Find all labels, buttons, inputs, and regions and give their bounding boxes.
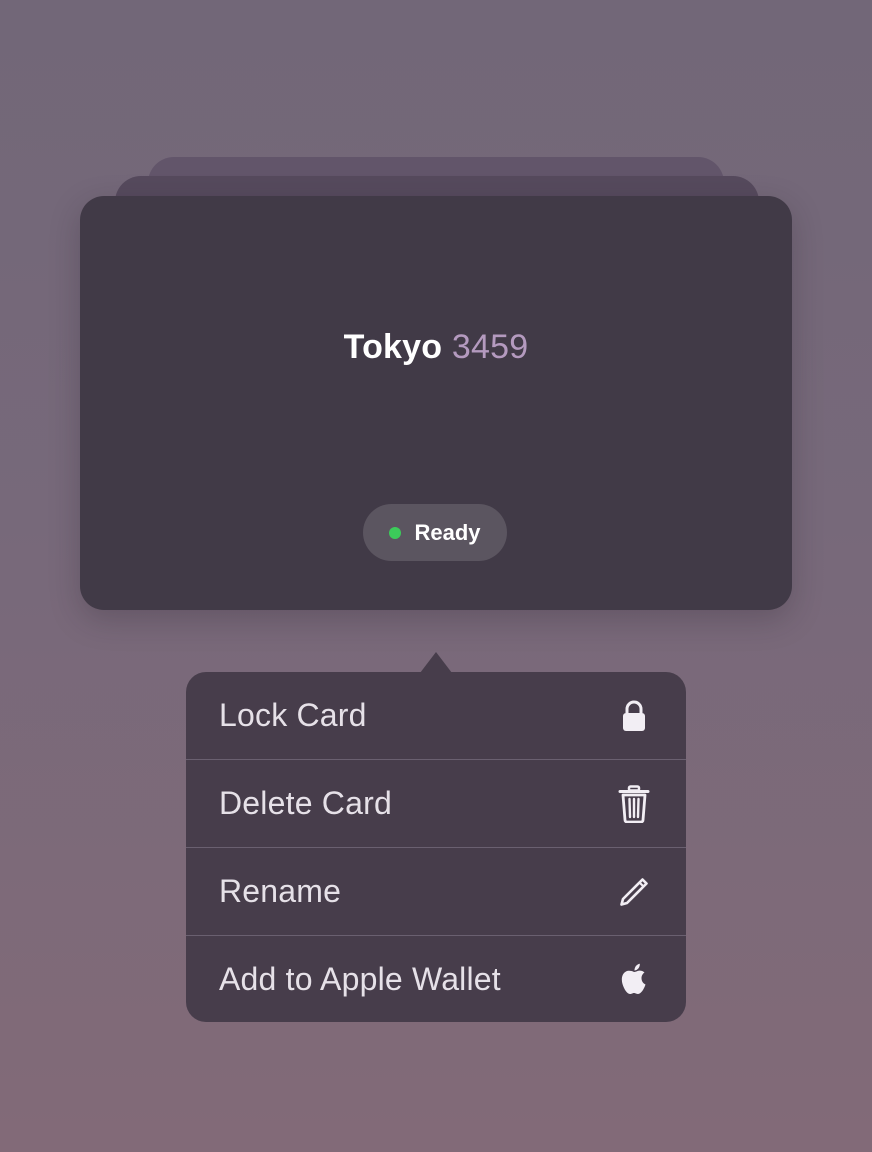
menu-item-add-to-apple-wallet[interactable]: Add to Apple Wallet: [186, 936, 686, 1022]
status-dot-icon: [389, 526, 402, 539]
card-stack: Tokyo 3459 Ready: [0, 0, 872, 640]
status-badge: Ready: [363, 504, 507, 561]
menu-item-label: Lock Card: [219, 697, 367, 733]
menu-item-rename[interactable]: Rename: [186, 848, 686, 936]
menu-item-lock-card[interactable]: Lock Card: [186, 672, 686, 760]
pencil-icon: [618, 874, 650, 910]
menu-item-label: Rename: [219, 873, 342, 909]
apple-icon: [618, 961, 650, 997]
card-name: Tokyo: [343, 328, 443, 366]
context-menu-arrow: [420, 652, 452, 673]
card-title: Tokyo 3459: [80, 328, 792, 367]
card-context-menu: Lock Card Delete Card Rename Add to Appl…: [186, 672, 686, 1022]
card-last-digits: 3459: [451, 328, 529, 366]
menu-item-label: Add to Apple Wallet: [219, 960, 501, 997]
selected-card[interactable]: Tokyo 3459 Ready: [80, 196, 792, 610]
trash-icon: [618, 784, 650, 823]
menu-item-label: Delete Card: [219, 785, 392, 821]
status-label: Ready: [414, 519, 481, 545]
menu-item-delete-card[interactable]: Delete Card: [186, 760, 686, 848]
lock-icon: [618, 698, 650, 734]
